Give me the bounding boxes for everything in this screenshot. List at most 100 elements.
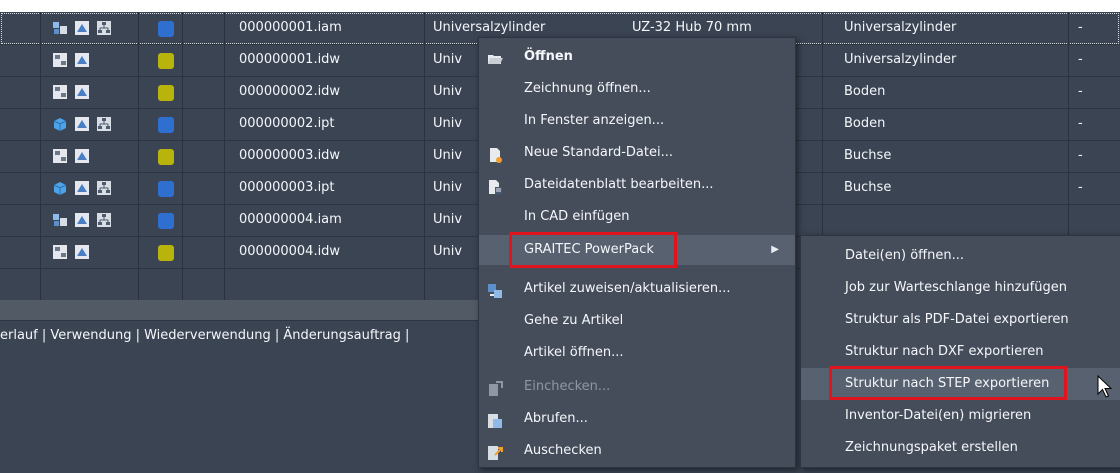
menu-item-gehe-zu-artikel[interactable]: Gehe zu Artikel [479,306,795,336]
grid-column-divider [182,12,183,300]
menu-item-label: Artikel öffnen... [524,345,624,360]
file-name-cell: 000000001.idw [239,52,341,67]
file-name-cell: 000000004.idw [239,244,341,259]
submenu-item-struktur-als-pdf-datei-exportieren[interactable]: Struktur als PDF-Datei exportieren [801,304,1120,336]
title-cell: Universalzylinder [844,20,957,35]
submenu-item-label: Inventor-Datei(en) migrieren [845,408,1032,423]
checkin-icon [487,379,503,396]
menu-item-einchecken[interactable]: Einchecken... [479,372,795,402]
state-cell: - [1078,84,1083,99]
drawing-icon [74,212,90,228]
folder-open-icon [487,49,503,65]
state-cell: - [1078,180,1083,195]
top-strip [0,0,1120,12]
sheet-icon [52,244,68,260]
drawing-icon [74,148,90,164]
horizontal-scrollbar[interactable] [0,300,480,320]
drawing-icon [74,244,90,260]
file-name-cell: 000000001.iam [239,20,342,35]
assembly-icon [52,20,68,36]
state-cell: - [1078,20,1083,35]
menu-item-artikel-zuweisen-aktualisieren[interactable]: Artikel zuweisen/aktualisieren... [479,274,795,304]
submenu-item-label: Zeichnungspaket erstellen [845,440,1018,455]
detail-tabs-line[interactable]: erlauf | Verwendung | Wiederverwendung |… [0,320,480,352]
file-name-cell: 000000002.idw [239,84,341,99]
grid-column-divider [138,12,139,300]
grid-column-divider [40,12,41,300]
sheet-icon [52,52,68,68]
status-indicator [158,117,174,133]
title-cell: Boden [844,84,886,99]
structure-tree-icon [96,116,112,132]
title-cell: Buchse [844,148,892,163]
menu-item-label: Einchecken... [524,379,611,394]
menu-item-label: Öffnen [524,49,573,64]
submenu-item-label: Job zur Warteschlange hinzufügen [845,280,1067,295]
get-icon [487,411,503,428]
title-cell: Buchse [844,180,892,195]
drawing-icon [74,116,90,132]
submenu-arrow-icon: ▶ [771,244,779,255]
status-indicator [158,245,174,261]
menu-item-label: Dateidatenblatt bearbeiten... [524,177,714,192]
detail-tabs-text: erlauf | Verwendung | Wiederverwendung |… [0,328,410,343]
menu-item-label: In CAD einfügen [524,209,630,224]
menu-item-abrufen[interactable]: Abrufen... [479,404,795,434]
new-file-icon [487,145,503,163]
submenu-item-label: Datei(en) öffnen... [845,248,964,263]
grid-column-divider [224,12,225,300]
title-cell [844,204,1064,236]
drawing-icon [74,180,90,196]
menu-item-in-cad-einfügen[interactable]: In CAD einfügen [479,202,795,232]
state-cell: - [1078,148,1083,163]
title-cell: Boden [844,116,886,131]
menu-item-label: Artikel zuweisen/aktualisieren... [524,281,731,296]
drawing-icon [74,20,90,36]
drawing-icon [74,84,90,100]
menu-item-dateidatenblatt-bearbeiten[interactable]: Dateidatenblatt bearbeiten... [479,170,795,200]
menu-item-label: Auschecken [524,443,602,458]
checkout-icon [487,443,503,460]
sheet-icon [52,148,68,164]
submenu-item-zeichnungspaket-erstellen[interactable]: Zeichnungspaket erstellen [801,432,1120,464]
submenu-item-label: Struktur nach DXF exportieren [845,344,1044,359]
assign-item-icon [487,281,503,298]
structure-tree-icon [96,212,112,228]
menu-item-label: In Fenster anzeigen... [524,113,665,128]
submenu-item-label: Struktur als PDF-Datei exportieren [845,312,1069,327]
menu-item-label: Zeichnung öffnen... [524,81,651,96]
state-cell [1078,204,1108,236]
datasheet-icon [487,177,503,194]
menu-item-zeichnung-öffnen[interactable]: Zeichnung öffnen... [479,74,795,104]
file-name-cell: 000000003.ipt [239,180,335,195]
step-export-highlight-box [829,366,1067,400]
assembly-icon [52,212,68,228]
menu-item-in-fenster-anzeigen[interactable]: In Fenster anzeigen... [479,106,795,136]
state-cell: - [1078,52,1083,67]
file-name-cell: 000000002.ipt [239,116,335,131]
status-indicator [158,181,174,197]
structure-tree-icon [96,180,112,196]
submenu-item-job-zur-warteschlange-hinzufügen[interactable]: Job zur Warteschlange hinzufügen [801,272,1120,304]
mouse-cursor-icon [1097,375,1113,398]
submenu-item-inventor-datei-en-migrieren[interactable]: Inventor-Datei(en) migrieren [801,400,1120,432]
submenu-item-datei-en-öffnen[interactable]: Datei(en) öffnen... [801,240,1120,272]
menu-item-artikel-öffnen[interactable]: Artikel öffnen... [479,338,795,368]
menu-item-auschecken[interactable]: Auschecken [479,436,795,466]
powerpack-highlight-box [509,232,677,268]
powerpack-submenu: Datei(en) öffnen... Job zur Warteschlange… [800,235,1120,468]
part-icon [52,116,68,132]
menu-item-label: Neue Standard-Datei... [524,145,674,160]
structure-tree-icon [96,20,112,36]
menu-item-label: Abrufen... [524,411,588,426]
state-cell: - [1078,116,1083,131]
title-cell: Universalzylinder [844,52,957,67]
menu-item-öffnen[interactable]: Öffnen [479,42,795,72]
status-indicator [158,53,174,69]
status-indicator [158,149,174,165]
menu-item-neue-standard-datei[interactable]: Neue Standard-Datei... [479,138,795,168]
submenu-item-struktur-nach-dxf-exportieren[interactable]: Struktur nach DXF exportieren [801,336,1120,368]
status-indicator [158,21,174,37]
drawing-icon [74,52,90,68]
grid-column-divider [424,12,425,300]
